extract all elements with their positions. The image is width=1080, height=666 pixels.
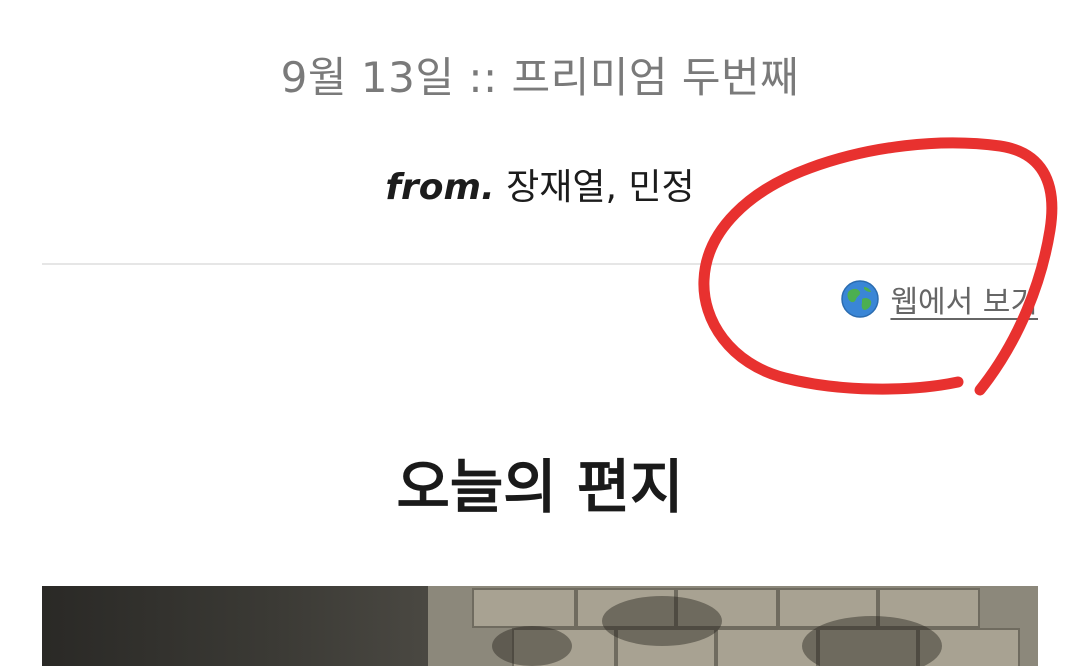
from-prefix: from. [385, 167, 495, 208]
view-on-web-label[interactable]: 웹에서 보기 [890, 277, 1038, 321]
sender-names: 장재열, 민정 [494, 167, 695, 208]
view-on-web-link[interactable]: 웹에서 보기 [840, 277, 1038, 321]
letter-photo [42, 586, 1038, 666]
section-title: 오늘의 편지 [396, 453, 684, 521]
letter-date-title: 9월 13일 :: 프리미엄 두번째 [280, 53, 800, 102]
divider [42, 263, 1038, 265]
sender-line: from. 장재열, 민정 [0, 158, 1080, 210]
globe-icon [840, 279, 880, 319]
